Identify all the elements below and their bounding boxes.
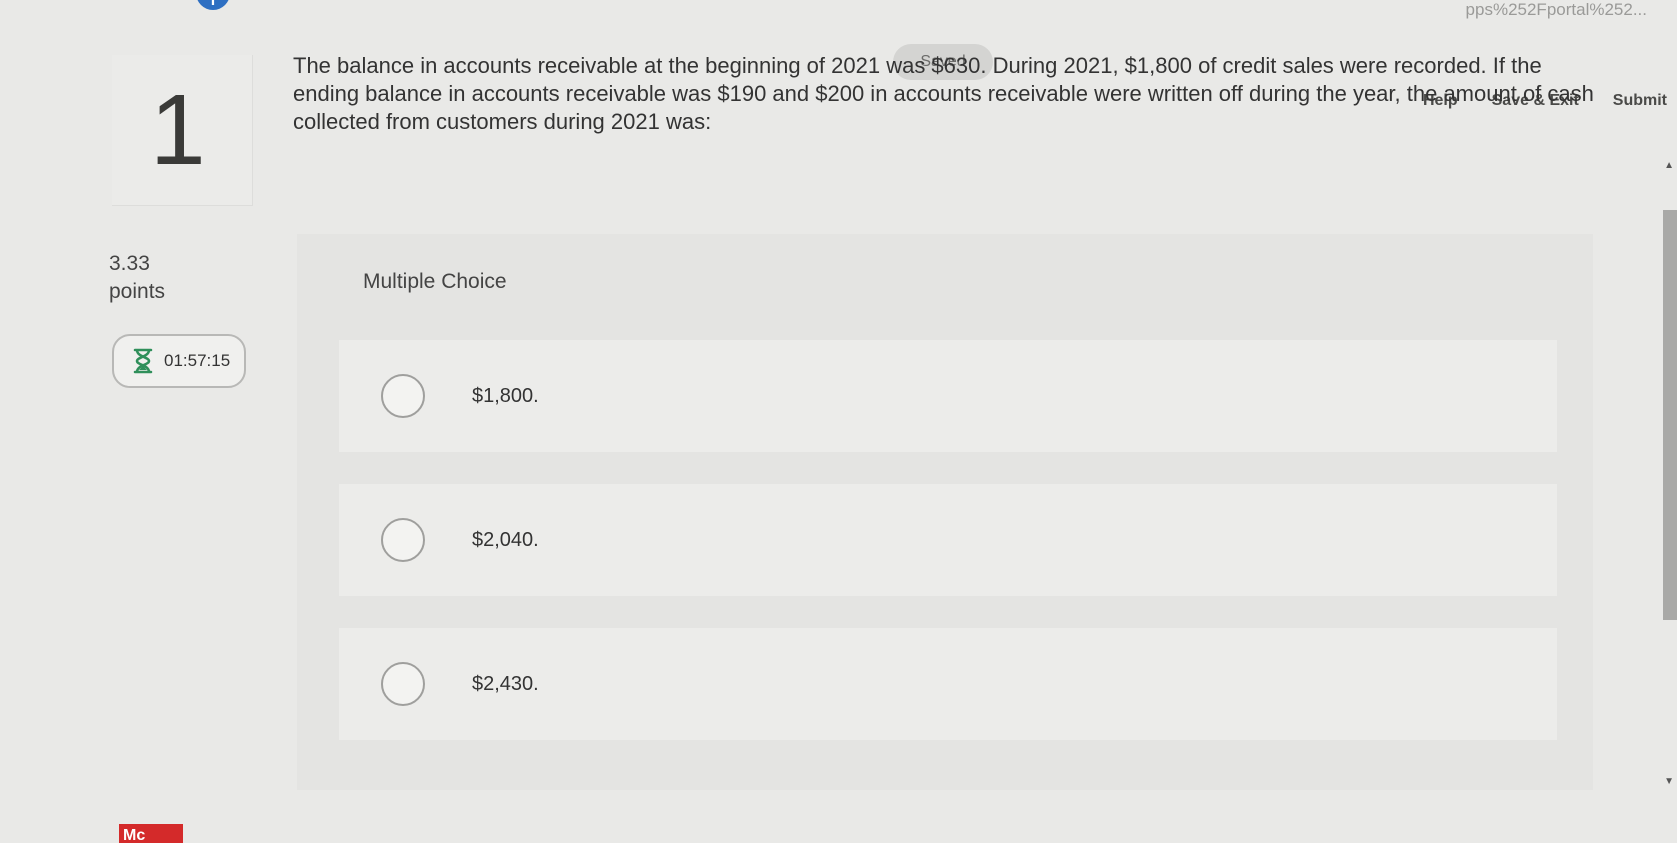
info-icon[interactable]: i [196, 0, 230, 10]
option-label: $2,040. [472, 528, 539, 551]
points-label: points [109, 280, 166, 303]
scrollbar-thumb[interactable] [1663, 210, 1677, 620]
scroll-down-icon[interactable]: ▼ [1664, 776, 1674, 787]
multiple-choice-panel: Multiple Choice $1,800. $2,040. $2,430. [297, 234, 1593, 790]
option-3[interactable]: $2,430. [339, 628, 1557, 740]
option-2[interactable]: $2,040. [339, 484, 1557, 596]
option-label: $1,800. [472, 384, 539, 407]
radio-button[interactable] [381, 374, 425, 418]
timer: 01:57:15 [112, 334, 246, 388]
question-number: 1 [150, 74, 206, 186]
browser-url-fragment: pps%252Fportal%252... [1465, 0, 1647, 19]
radio-button[interactable] [381, 662, 425, 706]
points-value: 3.33 [109, 252, 150, 275]
submit-link[interactable]: Submit [1613, 92, 1667, 110]
hourglass-icon [133, 348, 153, 374]
radio-button[interactable] [381, 518, 425, 562]
points-info: 3.33 points [109, 250, 165, 306]
multiple-choice-title: Multiple Choice [363, 270, 507, 293]
question-text: The balance in accounts receivable at th… [293, 53, 1594, 134]
options-list: $1,800. $2,040. $2,430. [339, 340, 1557, 772]
option-1[interactable]: $1,800. [339, 340, 1557, 452]
option-label: $2,430. [472, 672, 539, 695]
timer-text: 01:57:15 [164, 351, 231, 370]
mcgraw-hill-logo: Mc [119, 824, 183, 843]
scroll-up-icon[interactable]: ▲ [1664, 160, 1674, 171]
